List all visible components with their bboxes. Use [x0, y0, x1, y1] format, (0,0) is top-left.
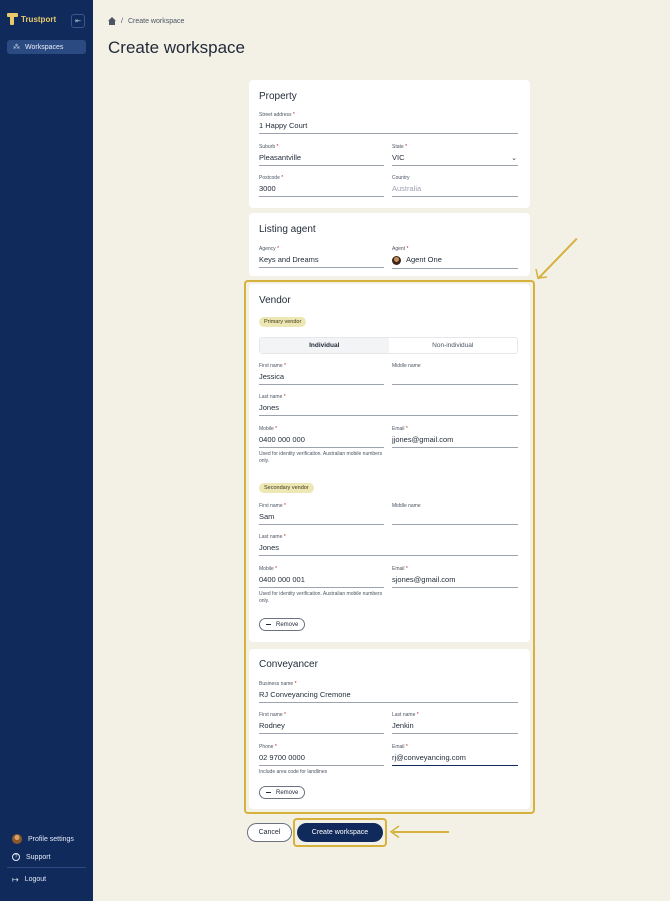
annotation-arrow-line: [393, 831, 449, 833]
page-title: Create workspace: [108, 38, 246, 57]
street-address-field[interactable]: Street address * 1 Happy Court: [259, 112, 518, 134]
sidebar: Trustport ⇤ ⁂ Workspaces Profile setting…: [0, 0, 93, 901]
help-icon: ?: [12, 853, 20, 861]
sidebar-item-workspaces[interactable]: ⁂ Workspaces: [7, 40, 86, 54]
highlight-frame-forms: [244, 280, 535, 814]
sidebar-item-label: Logout: [24, 876, 47, 883]
sidebar-item-profile-settings[interactable]: Profile settings: [12, 834, 74, 844]
create-workspace-button[interactable]: Create workspace: [297, 823, 383, 842]
avatar: [392, 255, 401, 265]
sidebar-divider: [7, 867, 86, 868]
chevron-down-icon: ⌄: [511, 155, 517, 162]
sidebar-item-logout[interactable]: ↦ Logout: [12, 875, 46, 884]
agent-field[interactable]: Agent * Agent One: [392, 246, 518, 269]
avatar: [12, 834, 22, 844]
annotation-arrow-head-icon: [389, 825, 400, 839]
card-title: Property: [259, 91, 297, 102]
annotation-arrow-head-icon: [535, 268, 548, 279]
collapse-sidebar-button[interactable]: ⇤: [71, 14, 85, 28]
card-title: Listing agent: [259, 224, 316, 235]
workspaces-icon: ⁂: [13, 44, 20, 51]
breadcrumb-separator: /: [121, 17, 123, 25]
country-field[interactable]: Country Australia: [392, 175, 518, 197]
breadcrumb-current: Create workspace: [127, 17, 185, 25]
cancel-button[interactable]: Cancel: [247, 823, 292, 842]
agency-field[interactable]: Agency * Keys and Dreams: [259, 246, 384, 268]
brand-logo[interactable]: Trustport: [7, 13, 56, 25]
listing-agent-card: Listing agent Agency * Keys and Dreams A…: [249, 213, 530, 276]
state-select[interactable]: State * VIC ⌄: [392, 144, 518, 166]
logout-icon: ↦: [12, 875, 19, 884]
brand-name: Trustport: [21, 14, 57, 24]
trustport-logo-icon: [7, 13, 18, 25]
home-icon[interactable]: [108, 17, 116, 25]
property-card: Property Street address * 1 Happy Court …: [249, 80, 530, 208]
suburb-field[interactable]: Suburb * Pleasantville: [259, 144, 384, 166]
sidebar-item-support[interactable]: ? Support: [12, 853, 51, 861]
breadcrumb: / Create workspace: [108, 17, 184, 25]
sidebar-item-label: Workspaces: [25, 43, 64, 51]
postcode-field[interactable]: Postcode * 3000: [259, 175, 384, 197]
sidebar-item-label: Support: [26, 853, 51, 861]
sidebar-item-label: Profile settings: [28, 835, 74, 843]
